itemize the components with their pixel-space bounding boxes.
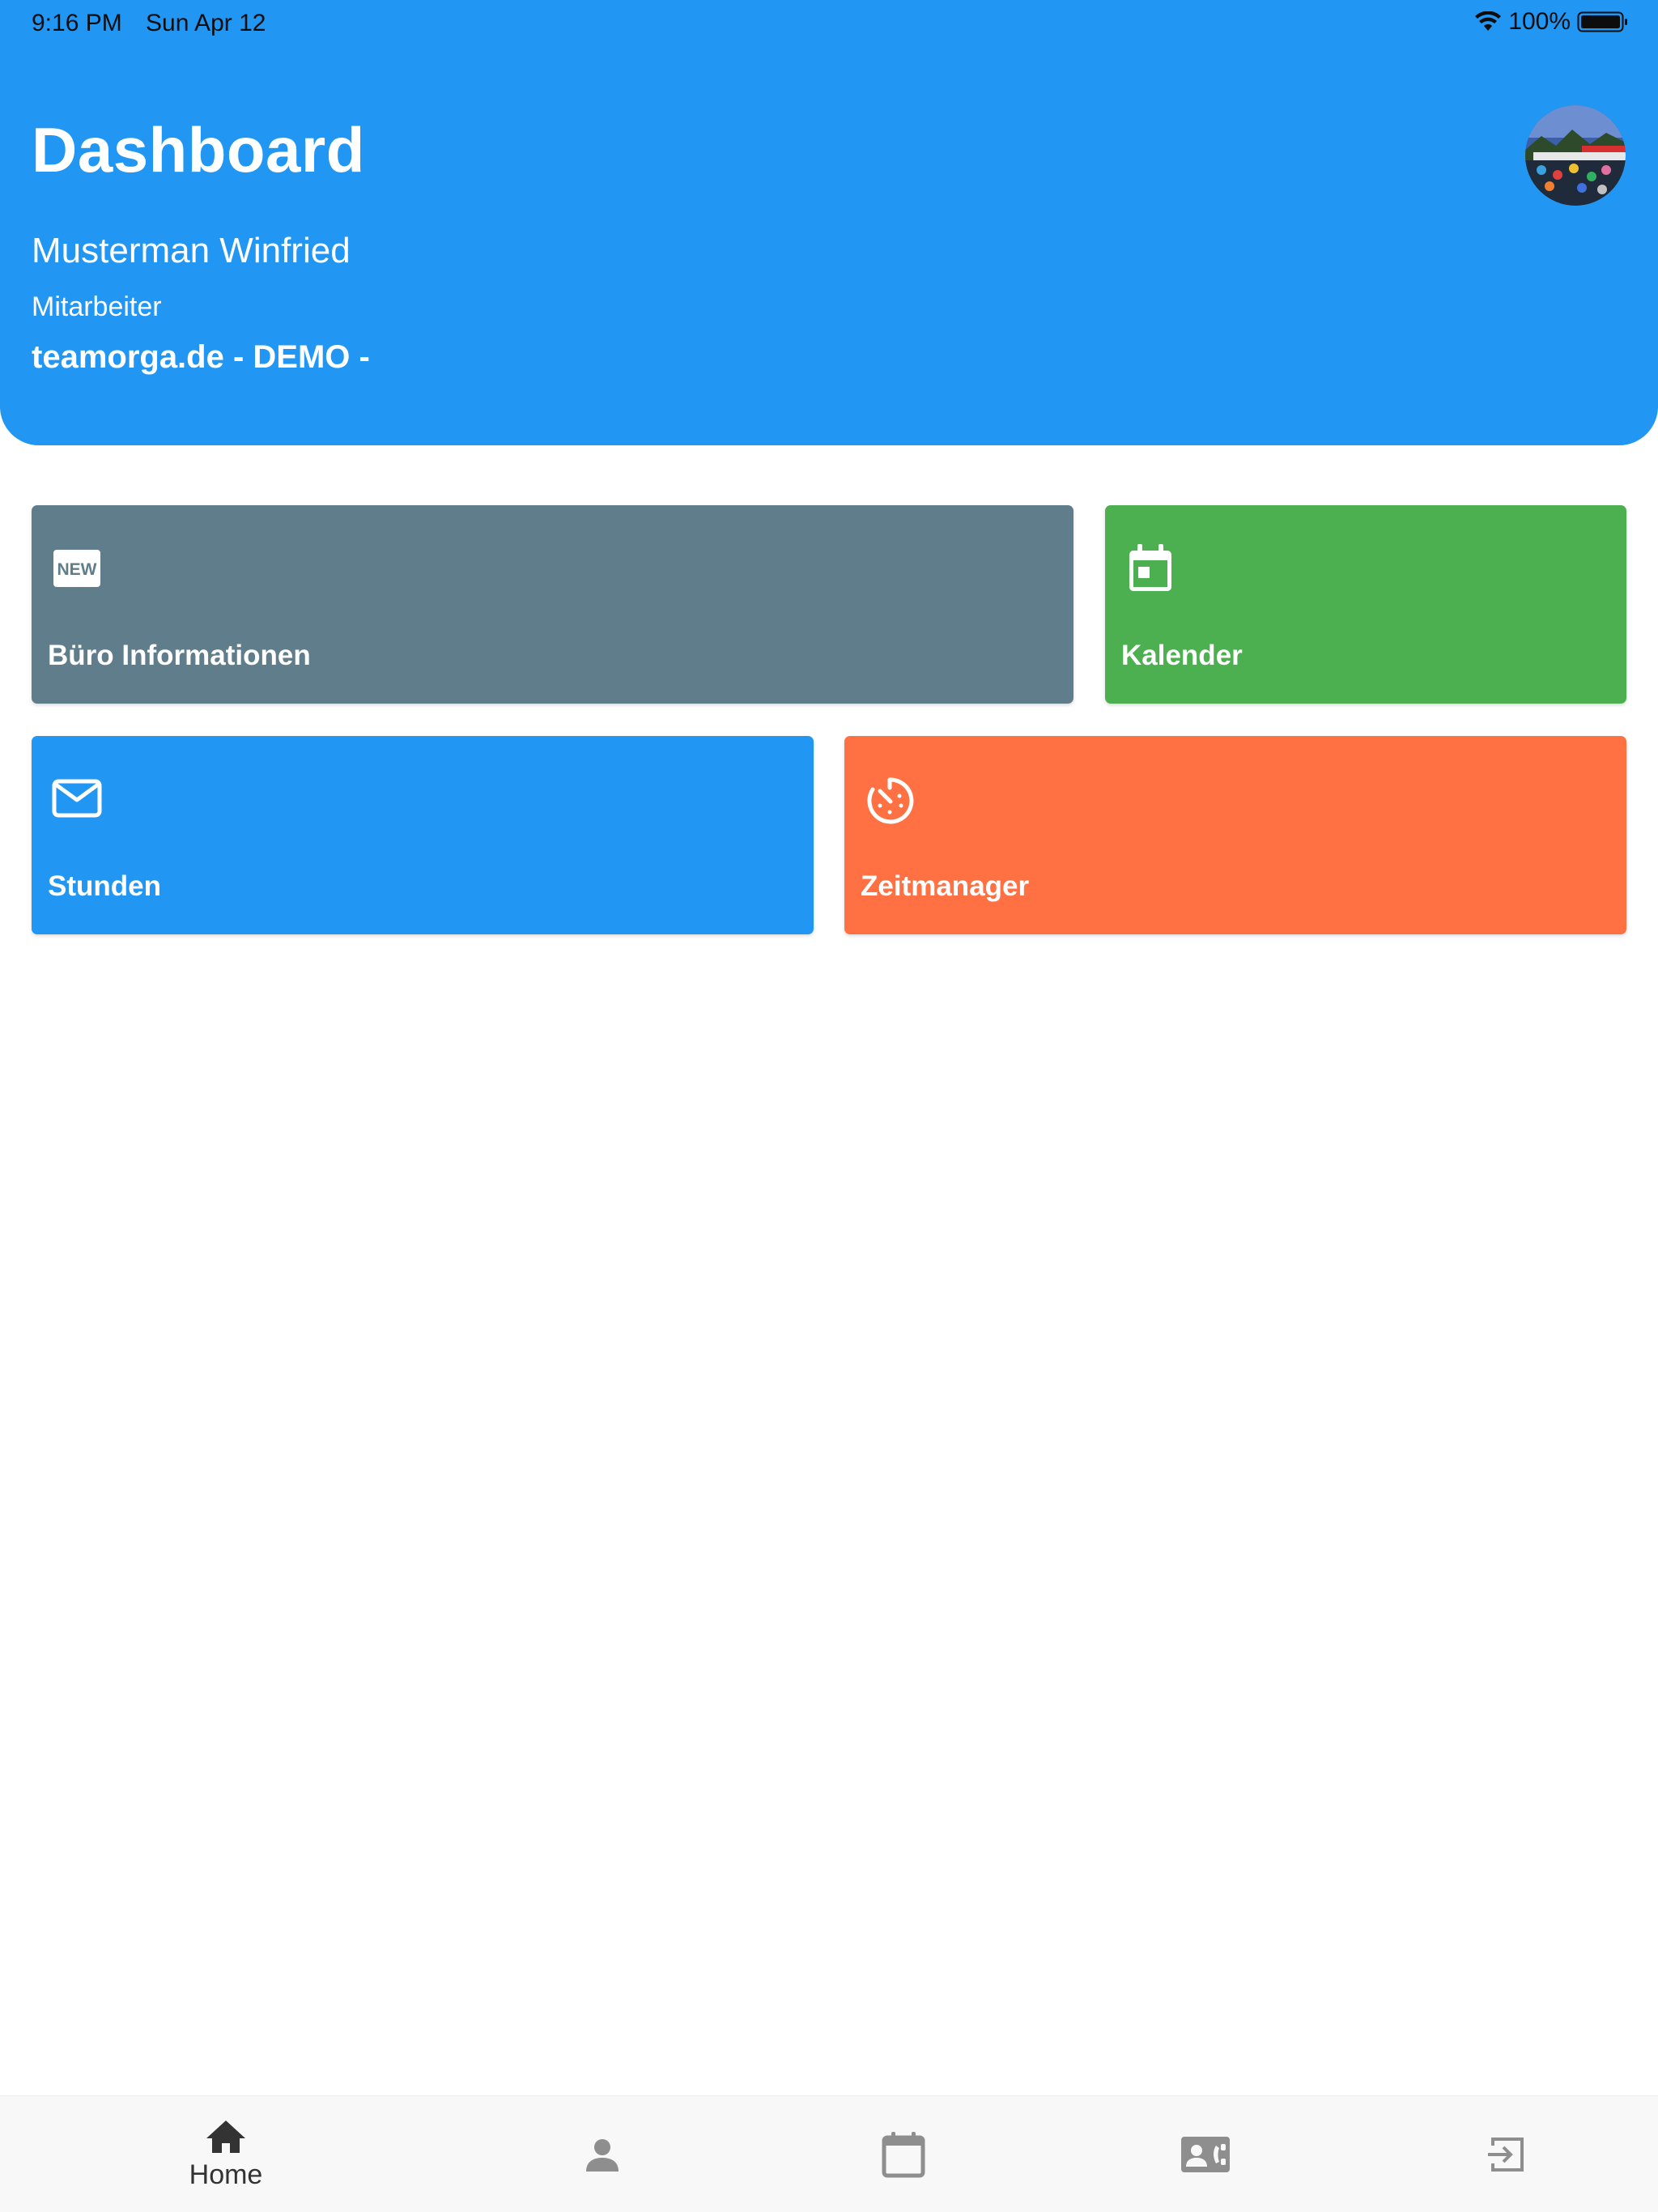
bottom-nav: Home	[0, 2095, 1658, 2212]
header: 9:16 PM Sun Apr 12 100% Dashboard Muster…	[0, 0, 1658, 445]
company-name: teamorga.de - DEMO -	[32, 339, 370, 375]
svg-text:NEW: NEW	[57, 560, 97, 579]
status-time: 9:16 PM	[32, 10, 122, 36]
tile-label: Büro Informationen	[48, 640, 311, 671]
mail-icon	[51, 773, 103, 825]
tile-label: Kalender	[1121, 640, 1243, 671]
contact-card-icon	[1180, 2136, 1231, 2173]
nav-item-contacts[interactable]	[1055, 2096, 1356, 2212]
wifi-icon	[1474, 11, 1502, 32]
logout-icon	[1486, 2134, 1527, 2175]
calendar-icon	[882, 2131, 925, 2178]
tile-zeitmanager[interactable]: Zeitmanager	[844, 736, 1626, 934]
tile-buero-informationen[interactable]: NEW Büro Informationen	[32, 505, 1073, 704]
timer-icon	[864, 773, 916, 825]
nav-item-profile[interactable]	[452, 2096, 753, 2212]
nav-item-logout[interactable]	[1356, 2096, 1657, 2212]
tile-label: Zeitmanager	[861, 870, 1030, 902]
tile-stunden[interactable]: Stunden	[32, 736, 814, 934]
status-date: Sun Apr 12	[146, 10, 266, 36]
battery-icon	[1577, 10, 1629, 34]
new-badge-icon: NEW	[51, 542, 103, 594]
battery-percent: 100%	[1508, 8, 1571, 35]
tile-label: Stunden	[48, 870, 161, 902]
status-bar: 9:16 PM Sun Apr 12 100%	[0, 0, 1658, 49]
calendar-icon	[1124, 542, 1176, 594]
user-role: Mitarbeiter	[32, 291, 162, 322]
page-title: Dashboard	[32, 114, 365, 185]
tile-kalender[interactable]: Kalender	[1105, 505, 1626, 704]
dashboard-page: 9:16 PM Sun Apr 12 100% Dashboard Muster…	[0, 0, 1658, 2212]
nav-item-home[interactable]: Home	[75, 2096, 376, 2212]
nav-label: Home	[189, 2159, 263, 2190]
user-name: Musterman Winfried	[32, 231, 351, 270]
avatar[interactable]	[1525, 105, 1626, 206]
nav-item-calendar[interactable]	[753, 2096, 1054, 2212]
home-icon	[205, 2119, 247, 2155]
person-icon	[584, 2136, 621, 2173]
status-indicators: 100%	[1474, 8, 1629, 36]
